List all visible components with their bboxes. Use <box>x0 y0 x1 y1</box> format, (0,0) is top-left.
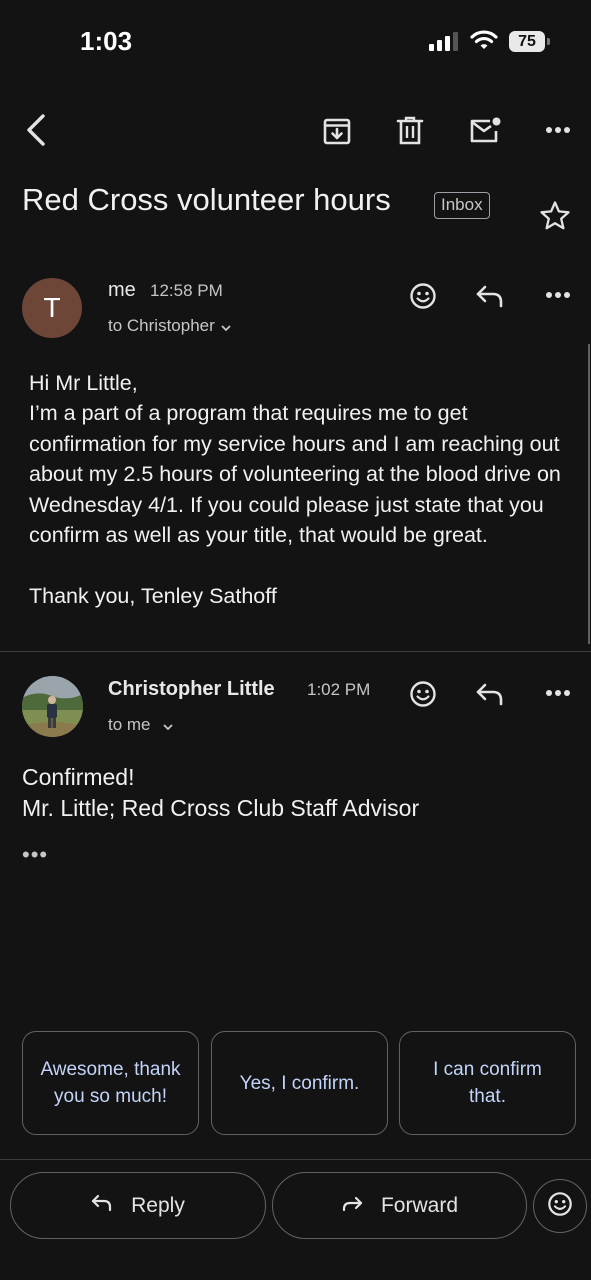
emoji-reaction-button[interactable] <box>533 1179 587 1233</box>
archive-icon[interactable] <box>318 112 356 150</box>
forward-button[interactable]: Forward <box>272 1172 527 1239</box>
message-more-icon[interactable] <box>538 678 578 708</box>
smiley-icon <box>547 1191 573 1222</box>
chevron-down-icon <box>162 716 173 736</box>
more-options-icon[interactable] <box>538 113 578 147</box>
recipient-text: to Christopher <box>108 316 215 335</box>
recipient-text: to me <box>108 715 151 734</box>
battery-tip <box>547 38 550 45</box>
message-body: Hi Mr Little, I’m a part of a program th… <box>29 371 561 608</box>
battery-indicator: 75 <box>509 31 545 52</box>
scrollbar[interactable] <box>588 344 590 644</box>
delete-icon[interactable] <box>391 112 429 150</box>
recipient-line[interactable]: to Christopher <box>108 316 231 337</box>
message-more-icon[interactable] <box>538 280 578 310</box>
message-time: 1:02 PM <box>307 680 371 699</box>
reply-label: Reply <box>131 1193 185 1217</box>
star-icon[interactable] <box>536 196 574 234</box>
message-time: 12:58 PM <box>150 281 223 300</box>
forward-label: Forward <box>380 1193 459 1217</box>
sender-avatar[interactable]: T <box>22 278 82 338</box>
sender-name: Christopher Little <box>108 678 275 700</box>
christopher-avatar[interactable] <box>22 676 83 737</box>
message-body: Confirmed! Mr. Little; Red Cross Club St… <box>22 764 420 821</box>
cellular-signal-icon <box>428 31 460 56</box>
bottom-divider <box>0 1159 591 1160</box>
back-arrow-icon[interactable] <box>16 110 56 150</box>
reply-icon[interactable] <box>471 278 509 314</box>
emoji-reaction-icon[interactable] <box>404 277 442 315</box>
reply-icon <box>91 1194 113 1218</box>
reply-button[interactable]: Reply <box>10 1172 266 1239</box>
email-subject: Red Cross volunteer hours <box>22 182 391 217</box>
mark-unread-icon[interactable] <box>465 110 505 150</box>
status-time: 1:03 <box>80 26 133 56</box>
forward-icon <box>341 1194 363 1218</box>
show-trimmed-content-button[interactable]: ••• <box>22 842 48 868</box>
chevron-down-icon <box>221 317 231 337</box>
smart-reply-2[interactable]: Yes, I confirm. <box>211 1031 388 1135</box>
smart-reply-1[interactable]: Awesome, thank you so much! <box>22 1031 199 1135</box>
recipient-line[interactable]: to me <box>108 715 173 736</box>
sender-name: me <box>108 279 136 301</box>
emoji-reaction-icon[interactable] <box>404 675 442 713</box>
inbox-label-chip[interactable]: Inbox <box>434 192 490 219</box>
wifi-icon <box>470 29 498 56</box>
status-bar: 1:03 75 <box>0 0 591 84</box>
reply-icon[interactable] <box>471 676 509 712</box>
message-divider <box>0 651 591 652</box>
smart-reply-3[interactable]: I can confirm that. <box>399 1031 576 1135</box>
